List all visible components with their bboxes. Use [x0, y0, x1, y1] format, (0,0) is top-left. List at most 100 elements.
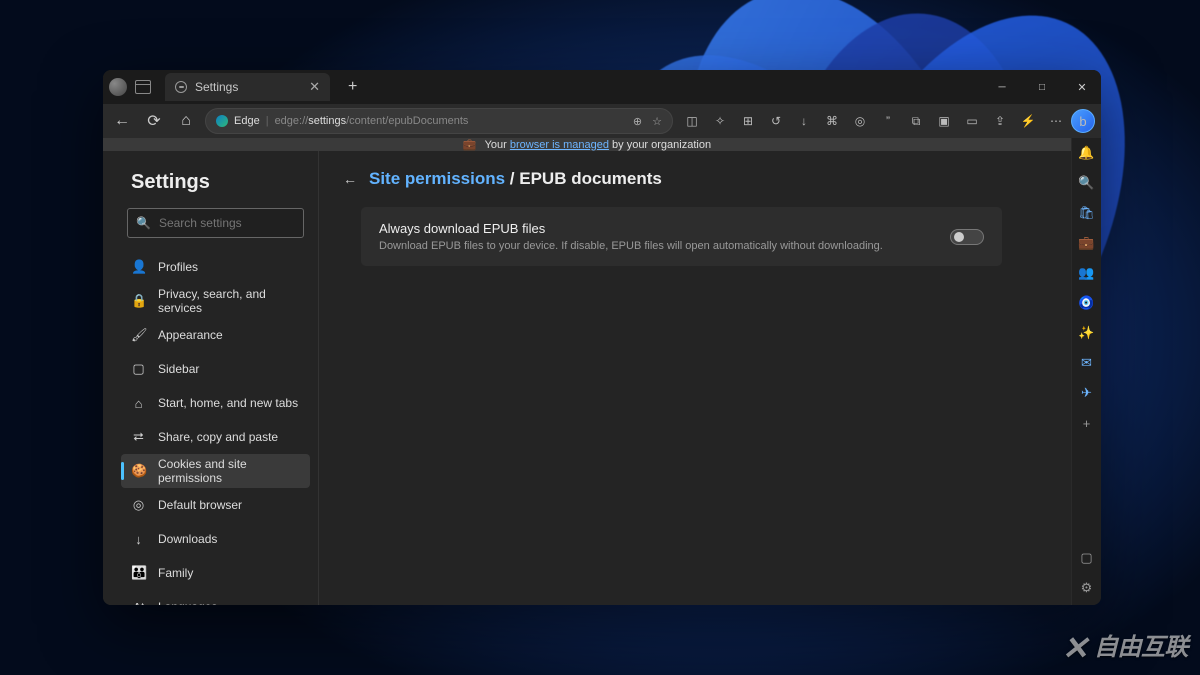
search-settings[interactable]: 🔍 [127, 208, 304, 238]
epub-toggle[interactable] [950, 229, 984, 245]
back-button[interactable]: ← [109, 108, 135, 134]
card-title: Always download EPUB files [379, 221, 883, 236]
sidebar-office-icon[interactable]: 🧿 [1078, 294, 1096, 312]
favorites-icon[interactable]: ✧ [707, 108, 733, 134]
nav-item-profiles[interactable]: 👤 Profiles [121, 250, 310, 284]
sidebar-search-icon[interactable]: 🔍 [1078, 174, 1096, 192]
performance-icon[interactable]: ⚡ [1015, 108, 1041, 134]
sidebar-settings-icon[interactable]: ⚙ [1078, 579, 1096, 597]
nav-label: Languages [158, 600, 217, 605]
menu-button[interactable]: ⋯ [1043, 108, 1069, 134]
nav-label: Share, copy and paste [158, 430, 278, 444]
setting-card-epub: Always download EPUB files Download EPUB… [361, 207, 1002, 266]
gear-icon [175, 81, 187, 93]
nav-label: Default browser [158, 498, 242, 512]
breadcrumb: ← Site permissions / EPUB documents [343, 169, 1047, 189]
close-window-button[interactable] [1067, 73, 1097, 101]
breadcrumb-current: EPUB documents [519, 169, 662, 188]
sidebar-games-icon[interactable]: 👥 [1078, 264, 1096, 282]
breadcrumb-back-icon[interactable]: ← [343, 171, 357, 187]
settings-main: ← Site permissions / EPUB documents Alwa… [318, 151, 1071, 605]
nav-icon: ⮂ [131, 429, 146, 445]
collections-icon[interactable]: ⊞ [735, 108, 761, 134]
nav-icon: 👤 [131, 259, 146, 275]
brand: Edge [234, 115, 260, 127]
history-icon[interactable]: ↺ [763, 108, 789, 134]
profile-avatar-icon[interactable] [109, 78, 127, 96]
card-description: Download EPUB files to your device. If d… [379, 240, 883, 252]
edge-sidebar: 🔔 🔍 🛍 💼 👥 🧿 ✨ ✉ ✈ + ▢ ⚙ [1071, 138, 1101, 605]
nav-label: Profiles [158, 260, 198, 274]
managed-link[interactable]: browser is managed [510, 139, 609, 151]
tab-settings[interactable]: Settings ✕ [165, 73, 330, 101]
nav-icon: ⌂ [131, 396, 146, 411]
split-icon[interactable]: ◫ [679, 108, 705, 134]
quote-icon[interactable]: ” [875, 108, 901, 134]
toolbar: ← ⟳ ⌂ Edge | edge://settings/content/epu… [103, 104, 1101, 138]
sidebar-bell-icon[interactable]: 🔔 [1078, 144, 1096, 162]
briefcase-icon: 💼 [463, 138, 477, 151]
sidebar-plus-icon[interactable]: + [1078, 414, 1096, 432]
refresh-button[interactable]: ⟳ [141, 108, 167, 134]
settings-sidebar: Settings 🔍 👤 Profiles 🔒 Privacy, search, an… [103, 151, 318, 605]
maximize-button[interactable] [1027, 73, 1057, 101]
sidebar-hide-icon[interactable]: ▢ [1078, 549, 1096, 567]
sidebar-shopping-icon[interactable]: 🛍 [1078, 204, 1096, 222]
nav-label: Privacy, search, and services [158, 287, 310, 315]
edge-icon [216, 115, 228, 127]
minimize-button[interactable] [987, 73, 1017, 101]
nav-item-sidebar[interactable]: ▢ Sidebar [121, 352, 310, 386]
cast-icon[interactable]: ▭ [959, 108, 985, 134]
nav-label: Family [158, 566, 193, 580]
nav-item-share-copy-and-paste[interactable]: ⮂ Share, copy and paste [121, 420, 310, 454]
nav-item-languages[interactable]: Aᵗ Languages [121, 590, 310, 605]
sidebar-teams-icon[interactable]: ✈ [1078, 384, 1096, 402]
nav-icon: 👪 [131, 565, 146, 581]
browser-window: Settings ✕ + ← ⟳ ⌂ Edge | edge://setting… [103, 70, 1101, 605]
nav-label: Cookies and site permissions [158, 457, 310, 485]
nav-icon: ▢ [131, 361, 146, 377]
titlebar: Settings ✕ + [103, 70, 1101, 104]
extension-icon[interactable]: ⌘ [819, 108, 845, 134]
nav-icon: 🖌 [131, 327, 146, 343]
nav-label: Start, home, and new tabs [158, 396, 298, 410]
search-input[interactable] [159, 216, 314, 230]
nav-icon: ↓ [131, 532, 146, 547]
apps-icon[interactable]: ⧉ [903, 108, 929, 134]
nav-item-cookies-and-site-permissions[interactable]: 🍪 Cookies and site permissions [121, 454, 310, 488]
nav-item-default-browser[interactable]: ◎ Default browser [121, 488, 310, 522]
breadcrumb-link[interactable]: Site permissions [369, 169, 505, 188]
nav-item-privacy-search-and-services[interactable]: 🔒 Privacy, search, and services [121, 284, 310, 318]
read-icon[interactable]: ▣ [931, 108, 957, 134]
zoom-icon[interactable]: ⊕ [633, 115, 642, 128]
tab-actions-icon[interactable] [135, 80, 151, 94]
managed-notice: 💼 Your browser is managed by your organi… [103, 138, 1071, 151]
profile-button[interactable]: b [1071, 109, 1095, 133]
watermark: ✕ 自由互联 [1062, 627, 1188, 667]
nav-item-family[interactable]: 👪 Family [121, 556, 310, 590]
sidebar-tools-icon[interactable]: 💼 [1078, 234, 1096, 252]
nav-label: Sidebar [158, 362, 199, 376]
close-tab-icon[interactable]: ✕ [309, 79, 320, 95]
nav-item-downloads[interactable]: ↓ Downloads [121, 522, 310, 556]
download-icon[interactable]: ↓ [791, 108, 817, 134]
nav-item-appearance[interactable]: 🖌 Appearance [121, 318, 310, 352]
screenshot-icon[interactable]: ◎ [847, 108, 873, 134]
favorite-icon[interactable]: ☆ [652, 115, 662, 128]
home-button[interactable]: ⌂ [173, 108, 199, 134]
search-icon: 🔍 [136, 216, 151, 230]
nav-item-start-home-and-new-tabs[interactable]: ⌂ Start, home, and new tabs [121, 386, 310, 420]
sidebar-outlook-icon[interactable]: ✉ [1078, 354, 1096, 372]
new-tab-button[interactable]: + [338, 78, 367, 96]
nav-icon: ◎ [131, 497, 146, 513]
tab-title: Settings [195, 80, 238, 94]
nav-icon: 🍪 [131, 463, 146, 479]
nav-icon: 🔒 [131, 293, 146, 309]
nav-icon: Aᵗ [131, 600, 146, 606]
share-icon[interactable]: ⇪ [987, 108, 1013, 134]
sidebar-m365-icon[interactable]: ✨ [1078, 324, 1096, 342]
settings-heading: Settings [131, 171, 310, 194]
nav-label: Appearance [158, 328, 223, 342]
nav-label: Downloads [158, 532, 217, 546]
address-bar[interactable]: Edge | edge://settings/content/epubDocum… [205, 108, 673, 134]
